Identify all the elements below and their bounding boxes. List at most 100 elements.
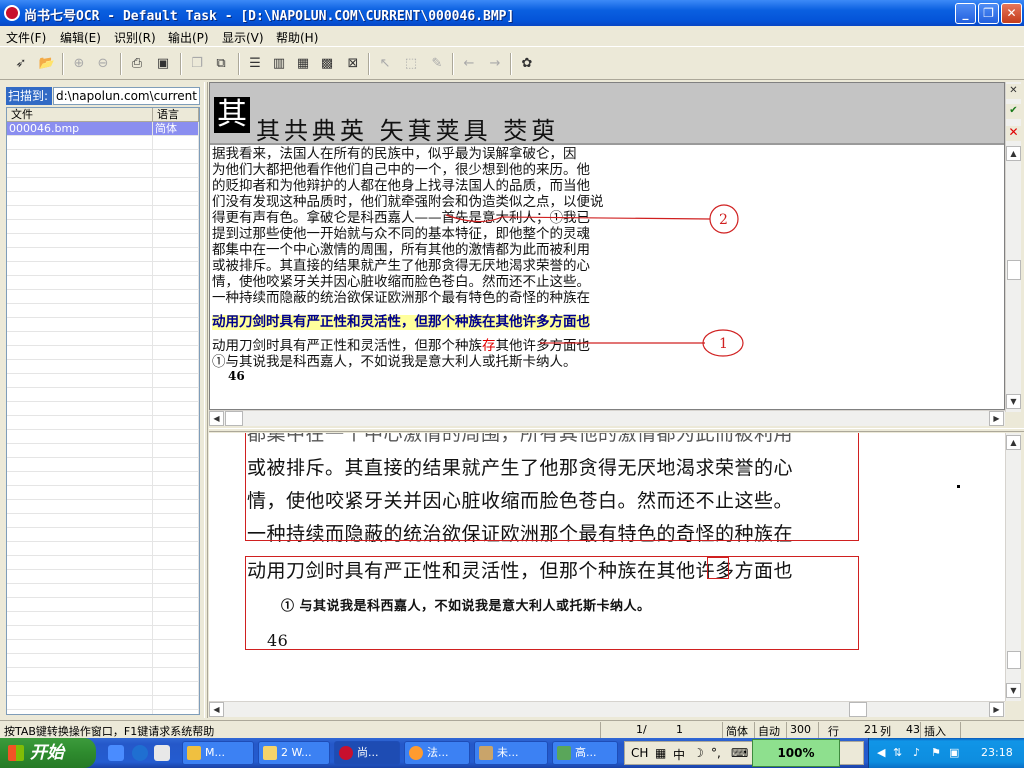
scan-icon[interactable]: ➶ [12, 54, 30, 72]
scroll-thumb[interactable] [1007, 651, 1021, 669]
file-language: 简体 [153, 122, 199, 135]
restore-button[interactable]: ❐ [978, 3, 999, 24]
taskbar-task[interactable]: 法... [404, 741, 470, 765]
menu-view[interactable]: 显示(V) [222, 29, 264, 46]
text-region-box[interactable] [245, 556, 859, 650]
title-bar[interactable]: 尚书七号OCR - Default Task - [D:\NAPOLUN.COM… [0, 0, 1024, 26]
close-pane-icon[interactable]: ✕ [1006, 84, 1021, 99]
export-icon[interactable]: ▣ [154, 54, 172, 72]
file-list[interactable]: 文件 语言 000046.bmp 简体 [6, 107, 200, 715]
punctuation-icon[interactable]: °, [711, 746, 721, 760]
zoom-in-icon[interactable]: ⊕ [70, 54, 88, 72]
scroll-down-icon[interactable]: ▼ [1006, 394, 1021, 409]
half-width-icon[interactable]: ☽ [693, 746, 704, 760]
menu-recognize[interactable]: 识别(R) [114, 29, 156, 46]
layout-table-icon[interactable]: ▦ [294, 54, 312, 72]
clock[interactable]: 23:18 [981, 746, 1013, 759]
bottom-horizontal-scrollbar[interactable]: ◀ ▶ [209, 701, 1005, 717]
delete-region-icon[interactable]: ⊠ [344, 54, 362, 72]
scroll-thumb[interactable] [849, 702, 867, 717]
zoom-out-icon[interactable]: ⊖ [94, 54, 112, 72]
desktop-icon[interactable] [154, 745, 170, 761]
layout-text-icon[interactable]: ☰ [246, 54, 264, 72]
pencil-icon[interactable]: ✎ [428, 54, 446, 72]
keyboard-icon[interactable]: ▦ [655, 746, 666, 760]
scroll-up-icon[interactable]: ▲ [1006, 435, 1021, 450]
horizontal-splitter[interactable] [209, 428, 1024, 432]
text-region-box[interactable] [245, 433, 859, 541]
column-header-language[interactable]: 语言 [153, 108, 199, 121]
status-col: 43 [906, 723, 920, 736]
scan-path-field[interactable]: d:\napolun.com\current [53, 87, 200, 105]
soft-keyboard-icon[interactable]: ⌨ [731, 746, 748, 760]
scroll-left-icon[interactable]: ◀ [209, 411, 224, 426]
empty-row [7, 640, 199, 654]
recognized-text-pane[interactable]: 其 其共典英 矢萁荚具 茭萸 据我看来，法国人在所有的民族中，似乎最为误解拿破仑… [209, 82, 1005, 410]
scroll-right-icon[interactable]: ▶ [989, 702, 1004, 717]
empty-row [7, 626, 199, 640]
annotation-2: 2 [719, 212, 728, 228]
taskbar-task[interactable]: M... [182, 741, 254, 765]
candidate-characters[interactable]: 其共典英 矢萁荚具 茭萸 [256, 111, 559, 146]
scroll-thumb[interactable] [1007, 260, 1021, 280]
bottom-vertical-scrollbar[interactable]: ▲ ▼ [1005, 433, 1021, 701]
menu-file[interactable]: 文件(F) [6, 29, 46, 46]
taskbar-task[interactable]: 未... [474, 741, 548, 765]
taskbar-task-active[interactable]: 尚... [334, 741, 400, 765]
scroll-right-icon[interactable]: ▶ [989, 411, 1004, 426]
empty-row [7, 500, 199, 514]
recognized-text[interactable]: 据我看来，法国人在所有的民族中，似乎最为误解拿破仑，因 为他们大都把他看作他们自… [210, 147, 1004, 409]
start-button[interactable]: 开始 [0, 738, 96, 768]
empty-row [7, 304, 199, 318]
ime-mode[interactable]: 中 [673, 746, 685, 763]
pointer-icon[interactable]: ↖ [376, 54, 394, 72]
tray-icon[interactable]: ◀ [877, 746, 885, 759]
column-header-file[interactable]: 文件 [7, 108, 153, 121]
back-arrow-icon[interactable]: ← [460, 54, 478, 72]
volume-icon[interactable]: ♪ [913, 746, 920, 759]
scanned-image-pane[interactable]: 都集中在一个中心激情的周围，所有其他的激情都为此而被利用 或被排斥。其直接的结果… [209, 433, 1005, 701]
top-vertical-scrollbar[interactable]: ✕ ✔ ✕ ▲ ▼ [1005, 82, 1021, 412]
print-icon[interactable]: ⎙ [128, 54, 146, 72]
scroll-thumb[interactable] [225, 411, 243, 426]
copy-icon[interactable]: ❐ [188, 54, 206, 72]
empty-row [7, 486, 199, 500]
security-icon[interactable]: ⚑ [931, 746, 941, 759]
paste-icon[interactable]: ⧉ [212, 54, 230, 72]
check-icon[interactable]: ✔ [1006, 104, 1021, 119]
forward-arrow-icon[interactable]: → [486, 54, 504, 72]
scroll-left-icon[interactable]: ◀ [209, 702, 224, 717]
start-label: 开始 [30, 743, 64, 763]
select-region-icon[interactable]: ⬚ [402, 54, 420, 72]
layout-columns-icon[interactable]: ▥ [270, 54, 288, 72]
menu-help[interactable]: 帮助(H) [276, 29, 318, 46]
file-row[interactable]: 000046.bmp 简体 [7, 122, 199, 136]
app-window: 尚书七号OCR - Default Task - [D:\NAPOLUN.COM… [0, 0, 1024, 738]
open-folder-icon[interactable]: 📂 [38, 54, 56, 72]
taskbar-task[interactable]: 高... [552, 741, 618, 765]
zoom-indicator[interactable]: 100% [752, 739, 840, 767]
empty-row [7, 276, 199, 290]
color-palette-icon[interactable]: ✿ [518, 54, 536, 72]
top-horizontal-scrollbar[interactable]: ◀ ▶ [209, 410, 1005, 426]
scroll-down-icon[interactable]: ▼ [1006, 683, 1021, 698]
quicklaunch-icon[interactable] [108, 745, 124, 761]
network-icon[interactable]: ⇅ [893, 746, 902, 759]
browser-icon[interactable] [132, 745, 148, 761]
reject-icon[interactable]: ✕ [1006, 126, 1021, 141]
vertical-splitter[interactable] [204, 82, 208, 718]
empty-row [7, 206, 199, 220]
layout-image-icon[interactable]: ▩ [318, 54, 336, 72]
ime-language[interactable]: CH [631, 746, 648, 760]
empty-row [7, 668, 199, 682]
close-button[interactable]: ✕ [1001, 3, 1022, 24]
minimize-button[interactable]: _ [955, 3, 976, 24]
file-list-header: 文件 语言 [7, 108, 199, 122]
menu-edit[interactable]: 编辑(E) [60, 29, 101, 46]
taskbar-task[interactable]: 2 W... [258, 741, 330, 765]
scroll-up-icon[interactable]: ▲ [1006, 146, 1021, 161]
char-error-box[interactable] [707, 557, 729, 579]
menu-output[interactable]: 输出(P) [168, 29, 209, 46]
display-icon[interactable]: ▣ [949, 746, 959, 759]
empty-row [7, 444, 199, 458]
